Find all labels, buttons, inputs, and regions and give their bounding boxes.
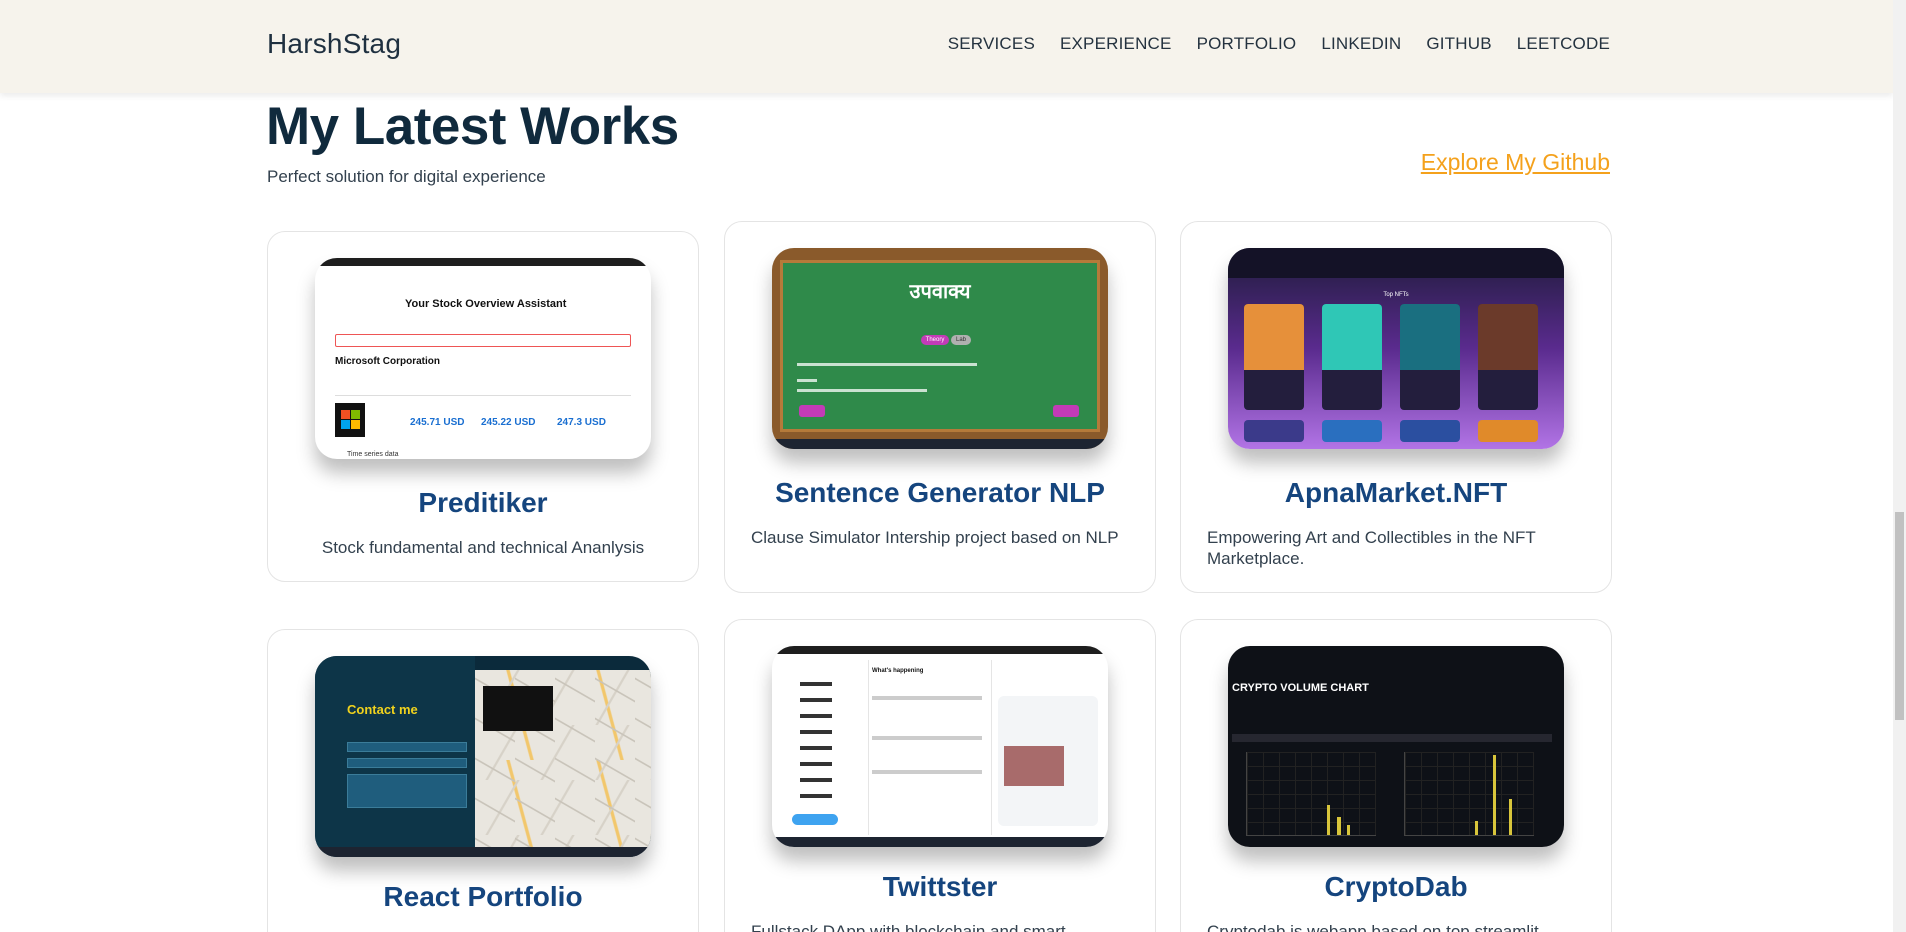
screenshot-heading: Top NFTs	[1383, 292, 1409, 298]
section-title: My Latest Works	[266, 97, 679, 156]
nav-portfolio[interactable]: PORTFOLIO	[1197, 34, 1297, 54]
project-card-sentence-generator[interactable]: उपवाक्य Theory Lab Sentence Generator NL…	[724, 221, 1156, 593]
screenshot-value: 245.71 USD	[410, 417, 465, 428]
project-title: Twittster	[882, 871, 998, 902]
project-screenshot: उपवाक्य Theory Lab	[772, 248, 1108, 449]
project-card-apnamarket[interactable]: Top NFTs ApnaMarket.NFT Empowering Art a…	[1180, 221, 1612, 593]
project-card-react-portfolio[interactable]: Contact me React Portfolio	[267, 629, 699, 932]
nav-github[interactable]: GITHUB	[1426, 34, 1491, 54]
page-scrollbar[interactable]	[1893, 0, 1906, 932]
screenshot-value: 247.3 USD	[557, 417, 606, 428]
section-subtitle: Perfect solution for digital experience	[267, 167, 546, 186]
site-header: HarshStag SERVICES EXPERIENCE PORTFOLIO …	[0, 0, 1893, 93]
project-title: React Portfolio	[383, 881, 583, 912]
project-screenshot: Top NFTs	[1228, 248, 1564, 449]
screenshot-note: Time series data	[347, 451, 399, 458]
project-card-twittster[interactable]: What's happening Twittster Fullstack DAp…	[724, 619, 1156, 932]
screenshot-heading: उपवाक्य	[909, 281, 971, 303]
brand-logo[interactable]: HarshStag	[267, 28, 401, 60]
project-card-preditiker[interactable]: Your Stock Overview Assistant Microsoft …	[267, 231, 699, 582]
screenshot-tab: Lab	[951, 335, 971, 345]
nav-experience[interactable]: EXPERIENCE	[1060, 34, 1172, 54]
project-description: Clause Simulator Intership project based…	[751, 528, 1119, 547]
scrollbar-thumb[interactable]	[1895, 512, 1904, 720]
project-description: Empowering Art and Collectibles in the N…	[1207, 528, 1536, 568]
project-title: Sentence Generator NLP	[775, 477, 1105, 508]
page: HarshStag SERVICES EXPERIENCE PORTFOLIO …	[0, 0, 1893, 932]
project-title: CryptoDab	[1324, 871, 1468, 902]
screenshot-tab: Theory	[921, 335, 949, 345]
project-card-cryptodab[interactable]: CRYPTO VOLUME CHART CryptoDab Cryptodab …	[1180, 619, 1612, 932]
project-screenshot: Your Stock Overview Assistant Microsoft …	[315, 258, 651, 459]
project-description: Cryptodab is webapp based on top streaml…	[1207, 922, 1539, 932]
project-title: Preditiker	[418, 487, 548, 518]
project-screenshot: What's happening	[772, 646, 1108, 847]
screenshot-heading: CRYPTO VOLUME CHART	[1232, 682, 1369, 694]
project-description: Fullstack DApp with blockchain and smart	[751, 922, 1066, 932]
nav-linkedin[interactable]: LINKEDIN	[1321, 34, 1401, 54]
nav-leetcode[interactable]: LEETCODE	[1517, 34, 1610, 54]
project-screenshot: Contact me	[315, 656, 651, 857]
explore-github-link[interactable]: Explore My Github	[1421, 149, 1610, 176]
main-nav: SERVICES EXPERIENCE PORTFOLIO LINKEDIN G…	[948, 34, 1610, 54]
screenshot-heading: Your Stock Overview Assistant	[405, 298, 567, 310]
microsoft-logo-icon	[335, 403, 365, 437]
project-screenshot: CRYPTO VOLUME CHART	[1228, 646, 1564, 847]
screenshot-heading: Contact me	[347, 702, 418, 717]
screenshot-value: 245.22 USD	[481, 417, 536, 428]
project-description: Stock fundamental and technical Ananlysi…	[321, 538, 645, 557]
screenshot-company: Microsoft Corporation	[335, 356, 440, 367]
nav-services[interactable]: SERVICES	[948, 34, 1035, 54]
screenshot-heading: What's happening	[872, 668, 924, 674]
project-title: ApnaMarket.NFT	[1284, 477, 1508, 508]
